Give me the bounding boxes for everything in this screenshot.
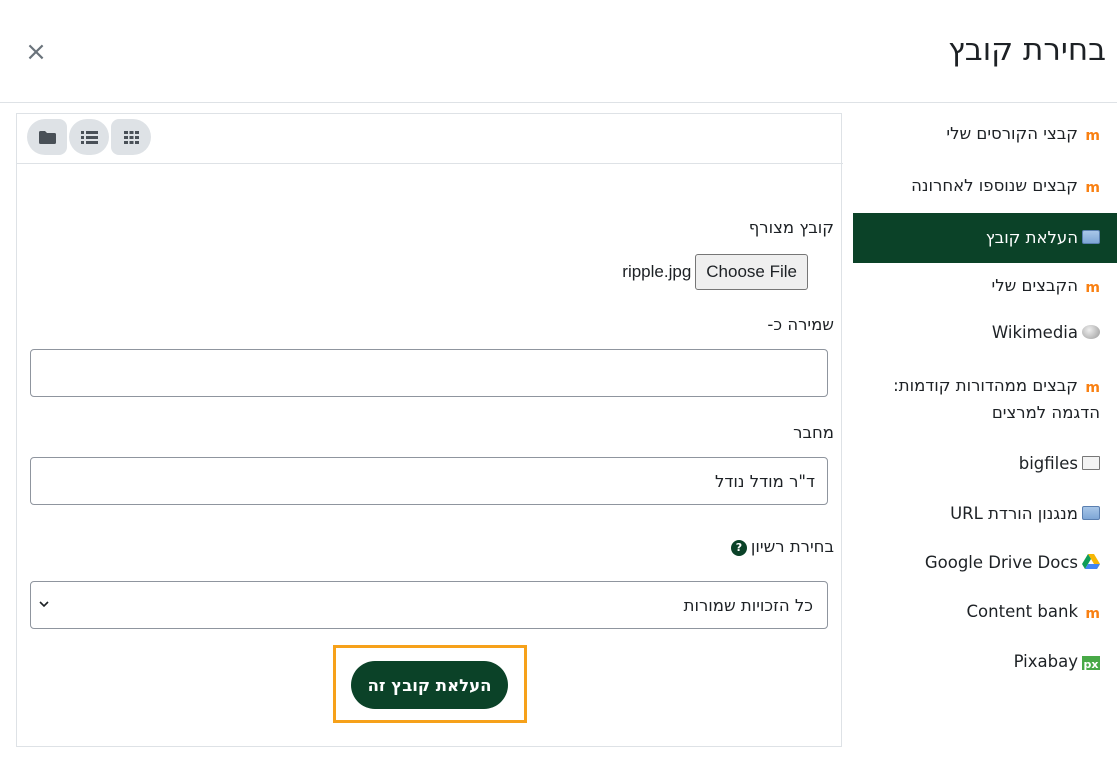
folder-view-icon xyxy=(38,130,56,144)
author-input[interactable] xyxy=(30,457,828,505)
sidebar-item-label: Google Drive Docs xyxy=(924,553,1078,572)
moodle-icon xyxy=(1082,175,1100,189)
save-as-input[interactable] xyxy=(30,349,828,397)
list-view-icon xyxy=(80,130,98,144)
wikimedia-icon xyxy=(1082,325,1100,339)
sidebar-item-my-course-files[interactable]: קבצי הקורסים שלי xyxy=(853,121,1117,147)
sidebar-item-private-files[interactable]: הקבצים שלי xyxy=(853,273,1117,299)
file-input-row: ripple.jpg Choose File xyxy=(622,254,808,290)
sidebar-item-wikimedia[interactable]: Wikimedia xyxy=(853,320,1117,346)
author-label: מחבר xyxy=(793,423,834,442)
moodle-icon xyxy=(1082,601,1100,615)
license-label-row: בחירת רשיון? xyxy=(730,537,834,556)
grid-view-button[interactable] xyxy=(111,119,151,155)
sidebar-item-label: Content bank xyxy=(966,602,1078,621)
license-label: בחירת רשיון xyxy=(750,537,834,556)
pixabay-icon: px xyxy=(1082,656,1100,671)
sidebar-item-upload-file[interactable]: העלאת קובץ xyxy=(853,213,1117,263)
dialog-header: בחירת קובץ × xyxy=(0,0,1117,103)
moodle-icon xyxy=(1082,123,1100,137)
sidebar-item-google-drive[interactable]: Google Drive Docs xyxy=(853,550,1117,576)
moodle-icon xyxy=(1082,275,1100,289)
license-select[interactable]: כל הזכויות שמורות xyxy=(30,581,828,629)
sidebar-item-label: Pixabay xyxy=(1013,652,1078,671)
upload-this-file-button[interactable]: העלאת קובץ זה xyxy=(351,661,508,709)
sidebar-item-label: קבצי הקורסים שלי xyxy=(946,124,1078,143)
upload-icon xyxy=(1082,506,1100,520)
sidebar-item-label: העלאת קובץ xyxy=(985,228,1078,247)
license-select-value: כל הזכויות שמורות xyxy=(683,596,813,615)
selected-file-name: ripple.jpg xyxy=(622,262,692,281)
folder-view-button[interactable] xyxy=(27,119,67,155)
close-button[interactable]: × xyxy=(24,39,48,65)
choose-file-button[interactable]: Choose File xyxy=(695,254,808,290)
sidebar-item-label: קבצים שנוספו לאחרונה xyxy=(911,176,1078,195)
save-as-label: שמירה כ- xyxy=(767,315,834,334)
sidebar-item-label: Wikimedia xyxy=(991,323,1078,342)
sidebar-item-recent-files[interactable]: קבצים שנוספו לאחרונה xyxy=(853,173,1117,199)
sidebar-item-label: הקבצים שלי xyxy=(991,276,1078,295)
file-icon xyxy=(1082,456,1100,470)
list-view-button[interactable] xyxy=(69,119,109,155)
sidebar-item-previous-editions[interactable]: קבצים ממהדורות קודמות: הדגמה למרצים xyxy=(853,372,1117,426)
view-switcher xyxy=(27,119,151,155)
moodle-icon xyxy=(1082,375,1100,389)
sidebar-item-bigfiles[interactable]: bigfiles xyxy=(853,451,1117,477)
google-drive-icon xyxy=(1082,551,1100,569)
sidebar-item-label: קבצים ממהדורות קודמות: הדגמה למרצים xyxy=(893,376,1100,422)
sidebar-item-content-bank[interactable]: Content bank xyxy=(853,599,1117,625)
sidebar-item-label: bigfiles xyxy=(1018,454,1078,473)
upload-icon xyxy=(1082,230,1100,244)
sidebar-item-pixabay[interactable]: px Pixabay xyxy=(853,649,1117,675)
help-icon[interactable]: ? xyxy=(730,540,747,556)
attachment-label: קובץ מצורף xyxy=(748,218,834,237)
grid-view-icon xyxy=(123,130,139,144)
dialog-title: בחירת קובץ xyxy=(948,32,1106,68)
view-toolbar xyxy=(17,114,843,164)
chevron-down-icon xyxy=(39,601,49,608)
sidebar-item-label: מנגנון הורדת URL xyxy=(950,504,1078,523)
sidebar-item-url-downloader[interactable]: מנגנון הורדת URL xyxy=(853,501,1117,527)
